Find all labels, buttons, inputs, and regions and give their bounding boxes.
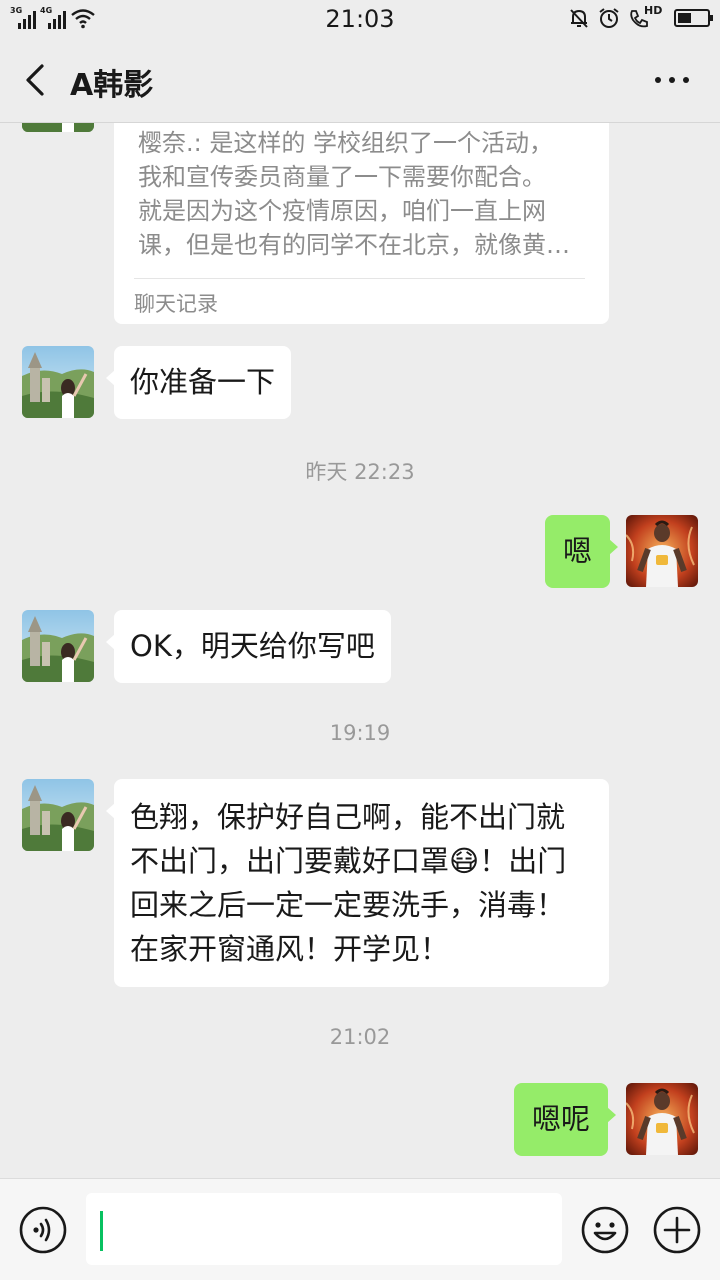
contact-avatar[interactable] — [22, 610, 94, 682]
contact-avatar[interactable] — [22, 122, 94, 132]
chat-record-line: 就是因为这个疫情原因，咱们一直上网 — [138, 197, 546, 225]
more-functions-plus-icon[interactable] — [652, 1205, 702, 1255]
message-text: 嗯呢 — [532, 1102, 591, 1136]
message-list[interactable]: 樱奈.: 是这样的 学校组织了一个活动， 我和宣传委员商量了一下需要你配合。 就… — [0, 122, 720, 1178]
hd-label: HD — [644, 4, 663, 17]
message-text: 你准备一下 — [130, 365, 276, 399]
chat-record-card[interactable]: 樱奈.: 是这样的 学校组织了一个活动， 我和宣传委员商量了一下需要你配合。 就… — [114, 122, 609, 324]
message-input[interactable] — [86, 1193, 562, 1265]
status-right: HD — [568, 4, 713, 30]
message-timestamp: 昨天 22:23 — [305, 460, 415, 484]
alarm-clock-icon — [599, 8, 619, 28]
incoming-message-bubble[interactable]: 你准备一下 — [106, 346, 292, 419]
message-text: 嗯 — [563, 534, 593, 568]
contact-avatar[interactable] — [22, 346, 94, 418]
more-options-icon[interactable] — [652, 68, 692, 92]
mute-bell-icon — [570, 9, 588, 28]
outgoing-message-bubble[interactable]: 嗯呢 — [514, 1083, 617, 1156]
message-timestamp: 19:19 — [329, 721, 391, 745]
chat-record-line: 樱奈.: 是这样的 学校组织了一个活动， — [138, 129, 553, 157]
message-text: OK，明天给你写吧 — [130, 629, 375, 663]
chat-record-label: 聊天记录 — [134, 292, 218, 316]
message-text: 色翔，保护好自己啊，能不出门就不出门，出门要戴好口罩😷！出门回来之后一定一定要洗… — [130, 800, 567, 966]
outgoing-message-bubble[interactable]: 嗯 — [545, 515, 619, 588]
emoji-icon[interactable] — [580, 1205, 630, 1255]
input-bar — [0, 1178, 720, 1280]
chat-record-line: 我和宣传委员商量了一下需要你配合。 — [138, 163, 546, 191]
chat-title: A韩影 — [70, 68, 154, 103]
hd-call-icon: HD — [628, 4, 663, 30]
incoming-message-bubble[interactable]: 色翔，保护好自己啊，能不出门就不出门，出门要戴好口罩😷！出门回来之后一定一定要洗… — [106, 779, 609, 987]
divider — [134, 278, 585, 279]
text-caret — [100, 1211, 103, 1251]
battery-icon — [674, 9, 713, 27]
status-bar: 3G 4G 21:03 HD — [0, 0, 720, 38]
contact-avatar[interactable] — [22, 779, 94, 851]
message-timestamp: 21:02 — [329, 1025, 391, 1049]
my-avatar[interactable] — [626, 1083, 698, 1155]
chat-record-line: 课，但是也有的同学不在北京，就像黄… — [138, 231, 570, 259]
incoming-message-bubble[interactable]: OK，明天给你写吧 — [106, 610, 391, 683]
chat-record-preview: 樱奈.: 是这样的 学校组织了一个活动， 我和宣传委员商量了一下需要你配合。 就… — [138, 126, 586, 262]
chat-header: A韩影 — [0, 38, 720, 123]
my-avatar[interactable] — [626, 515, 698, 587]
back-arrow-icon[interactable] — [18, 60, 58, 100]
voice-input-icon[interactable] — [18, 1205, 68, 1255]
